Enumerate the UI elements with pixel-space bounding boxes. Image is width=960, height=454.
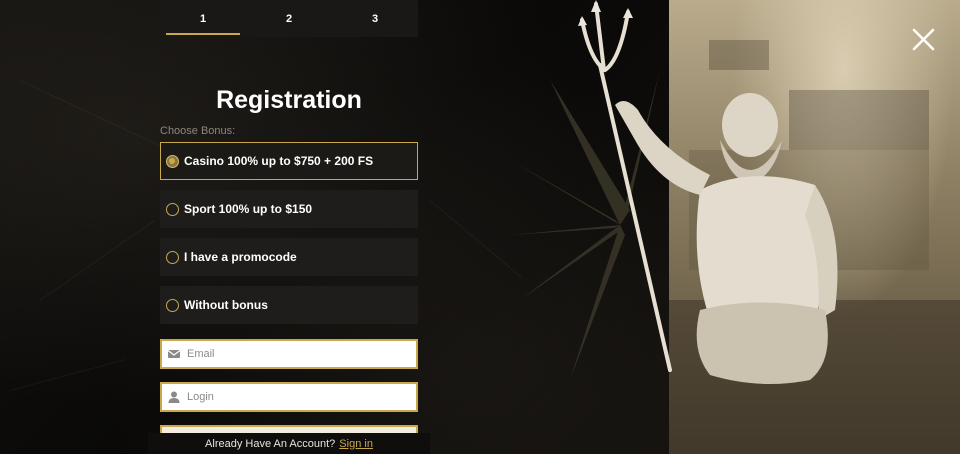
email-field[interactable] [160,339,418,369]
login-field[interactable] [160,382,418,412]
bonus-option-promocode[interactable]: I have a promocode [160,238,418,276]
signin-prompt: Already Have An Account? Sign in [148,433,430,454]
login-input[interactable] [187,391,387,403]
bonus-option-sport[interactable]: Sport 100% up to $150 [160,190,418,228]
step-tab-1[interactable]: 1 [160,0,246,37]
bonus-option-label: Sport 100% up to $150 [184,202,313,216]
email-input[interactable] [187,348,387,360]
signin-prompt-text: Already Have An Account? [205,437,336,450]
radio-selected-icon [166,154,179,168]
page-title: Registration [216,86,362,114]
bonus-option-casino[interactable]: Casino 100% up to $750 + 200 FS [160,142,418,180]
radio-icon [166,202,179,216]
bonus-option-label: Casino 100% up to $750 + 200 FS [184,154,374,168]
registration-modal: 1 2 3 Registration Choose Bonus: Casino … [0,0,960,454]
close-icon[interactable] [911,27,936,52]
envelope-icon [167,350,181,358]
choose-bonus-label: Choose Bonus: [160,125,236,137]
bonus-option-none[interactable]: Without bonus [160,286,418,324]
user-icon [168,391,180,403]
registration-steps: 1 2 3 [160,0,418,37]
radio-icon [166,250,179,264]
poseidon-statue-image [578,0,838,384]
radio-icon [166,298,179,312]
step-tab-3[interactable]: 3 [332,0,418,37]
bonus-option-label: I have a promocode [184,250,297,264]
signin-link[interactable]: Sign in [339,438,373,450]
bonus-option-label: Without bonus [184,298,268,312]
step-tab-2[interactable]: 2 [246,0,332,37]
